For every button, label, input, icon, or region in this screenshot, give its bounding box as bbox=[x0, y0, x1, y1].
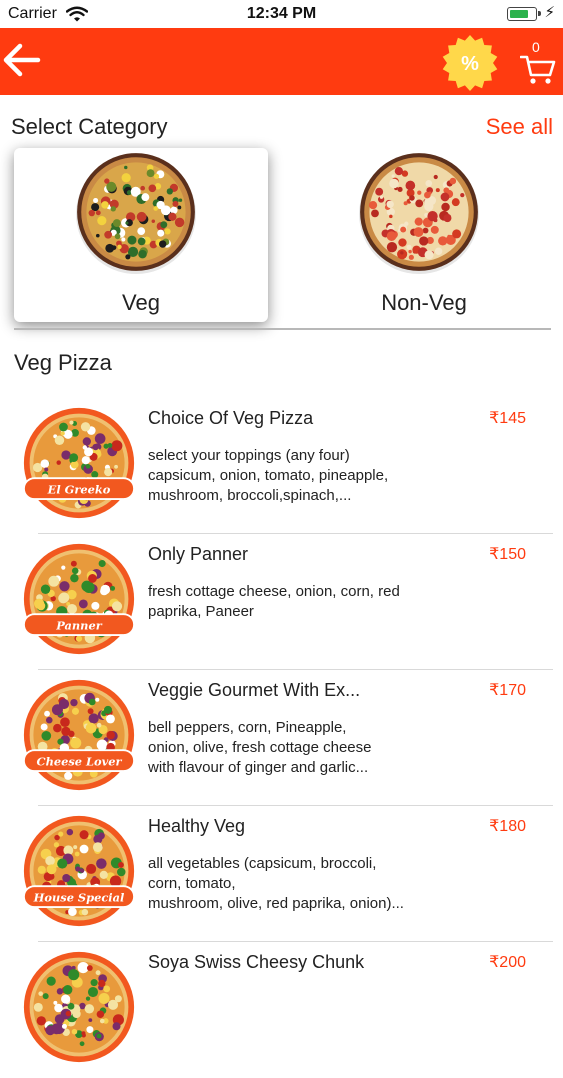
offer-percent-label: % bbox=[461, 53, 479, 75]
pizza-thumbnail: Cheese Lover bbox=[22, 679, 136, 791]
item-name: Veggie Gourmet With Ex... bbox=[148, 680, 361, 700]
item-description: fresh cottage cheese, onion, corn, red p… bbox=[148, 583, 400, 620]
category-non-veg[interactable]: Non-Veg bbox=[297, 148, 551, 322]
cart-button[interactable]: 0 bbox=[518, 36, 558, 86]
menu-item[interactable]: Panner Only Panner ₹150 fresh cottage ch… bbox=[0, 534, 563, 670]
app-header: % 0 bbox=[0, 28, 563, 95]
status-bar: Carrier 12:34 PM ⚡︎ bbox=[0, 0, 563, 28]
non-veg-pizza-image bbox=[359, 153, 479, 274]
menu-item[interactable]: Soya Swiss Cheesy Chunk ₹200 bbox=[0, 942, 563, 1078]
item-name: Healthy Veg bbox=[148, 816, 246, 836]
pizza-thumbnail: House Special bbox=[22, 815, 136, 927]
item-description: select your toppings (any four) capsicum… bbox=[148, 447, 389, 504]
pizza-thumbnail bbox=[23, 951, 135, 1063]
item-description: all vegetables (capsicum, broccoli, corn… bbox=[148, 855, 404, 912]
category-section-header: Select Category See all bbox=[0, 114, 563, 144]
category-label: Veg bbox=[122, 290, 160, 315]
item-price: ₹180 bbox=[489, 818, 526, 835]
section-title: Select Category bbox=[11, 114, 168, 139]
item-ribbon-label: El Greeko bbox=[47, 482, 111, 496]
item-description: bell peppers, corn, Pineapple, onion, ol… bbox=[148, 719, 372, 776]
menu-item[interactable]: House Special Healthy Veg ₹180 all veget… bbox=[0, 806, 563, 942]
veg-pizza-image bbox=[76, 153, 196, 274]
menu-item[interactable]: El Greeko Choice Of Veg Pizza ₹145 selec… bbox=[0, 398, 563, 534]
battery-level bbox=[509, 9, 528, 18]
charging-bolt-icon: ⚡︎ bbox=[544, 4, 555, 21]
list-title: Veg Pizza bbox=[14, 350, 112, 375]
category-veg[interactable]: Veg bbox=[14, 148, 268, 322]
item-name: Soya Swiss Cheesy Chunk bbox=[148, 952, 365, 972]
menu-item[interactable]: Cheese Lover Veggie Gourmet With Ex... ₹… bbox=[0, 670, 563, 806]
item-ribbon-label: Cheese Lover bbox=[37, 754, 123, 768]
item-name: Only Panner bbox=[148, 544, 249, 564]
cart-icon bbox=[520, 55, 556, 84]
item-ribbon-label: House Special bbox=[33, 890, 125, 904]
battery-icon bbox=[507, 7, 541, 21]
item-name: Choice Of Veg Pizza bbox=[148, 408, 314, 428]
item-ribbon-label: Panner bbox=[55, 618, 102, 632]
see-all-link[interactable]: See all bbox=[486, 114, 553, 140]
cart-count-badge: 0 bbox=[532, 39, 540, 55]
category-divider bbox=[14, 328, 551, 330]
item-price: ₹170 bbox=[489, 682, 526, 699]
clock-time: 12:34 PM bbox=[246, 5, 317, 22]
offer-button[interactable]: % bbox=[441, 34, 499, 92]
item-price: ₹150 bbox=[489, 546, 526, 563]
item-price: ₹200 bbox=[489, 954, 526, 971]
discount-badge-icon: % bbox=[442, 35, 498, 91]
pizza-thumbnail: Panner bbox=[22, 543, 136, 655]
pizza-thumbnail: El Greeko bbox=[22, 407, 136, 519]
item-price: ₹145 bbox=[489, 410, 526, 427]
category-label: Non-Veg bbox=[381, 290, 467, 315]
arrow-left-icon[interactable] bbox=[0, 40, 48, 80]
